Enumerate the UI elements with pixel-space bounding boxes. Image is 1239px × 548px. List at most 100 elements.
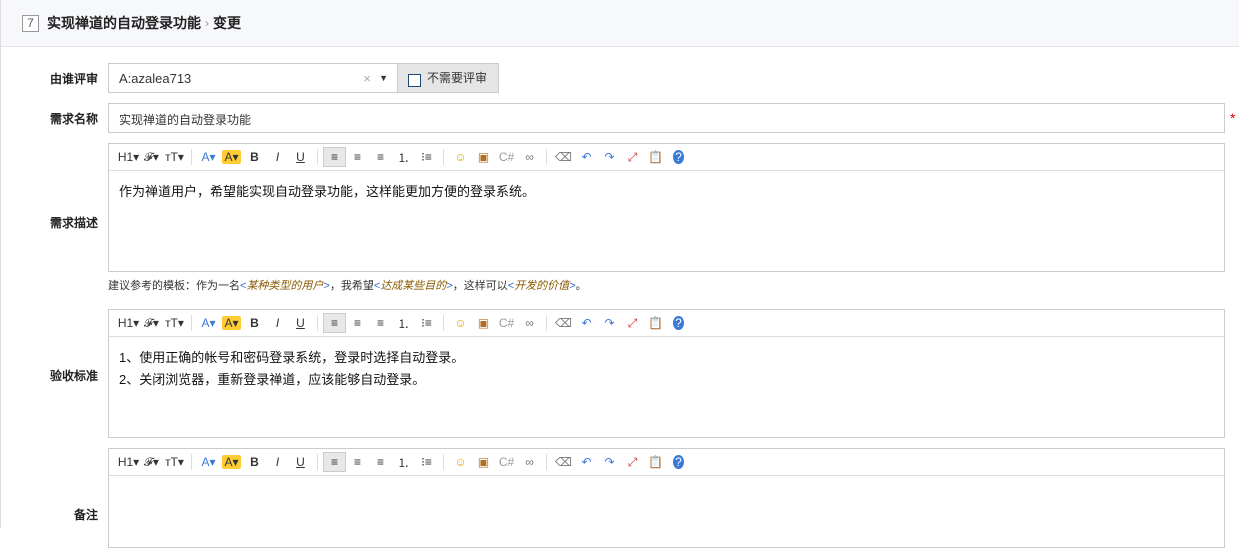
bold-button[interactable]: B xyxy=(243,313,266,333)
eraser-button[interactable]: ⌫ xyxy=(552,452,575,472)
bold-button[interactable]: B xyxy=(243,147,266,167)
toolbar-divider xyxy=(443,149,444,165)
emoticon-button[interactable]: ☺ xyxy=(449,452,472,472)
italic-icon: I xyxy=(275,455,280,469)
font-family-icon: 𝓕▾ xyxy=(144,454,159,469)
font-color-button[interactable]: A▾ xyxy=(197,313,220,333)
help-button[interactable]: ? xyxy=(667,313,690,333)
align-center-button[interactable]: ≡ xyxy=(346,147,369,167)
font-color-button[interactable]: A▾ xyxy=(197,452,220,472)
undo-button[interactable]: ↶ xyxy=(575,452,598,472)
emoticon-button[interactable]: ☺ xyxy=(449,313,472,333)
code-button[interactable]: C# xyxy=(495,452,518,472)
image-button[interactable]: ▣ xyxy=(472,452,495,472)
align-center-button[interactable]: ≡ xyxy=(346,452,369,472)
redo-icon: ↷ xyxy=(604,455,615,469)
acceptance-editor[interactable]: H1▾ 𝓕▾ тT▾ A▾ A▾ B I U ≡ ≡ ≡ ⒈ ⁝≡ ☺ ▣ C# ∞ ⌫ ↶ ↷ ⤢ 📋? 1、使用正确的… xyxy=(108,309,1225,438)
acceptance-content[interactable]: 1、使用正确的帐号和密码登录系统，登录时选择自动登录。 2、关闭浏览器，重新登录禅… xyxy=(109,337,1224,401)
page-title[interactable]: 实现禅道的自动登录功能 xyxy=(47,13,201,33)
bold-button[interactable]: B xyxy=(243,452,266,472)
description-content[interactable]: 作为禅道用户，希望能实现自动登录功能，这样能更加方便的登录系统。 xyxy=(109,171,1224,213)
fullscreen-button[interactable]: ⤢ xyxy=(621,313,644,333)
bold-icon: B xyxy=(250,150,259,164)
redo-button[interactable]: ↷ xyxy=(598,452,621,472)
heading-button[interactable]: H1▾ xyxy=(117,147,140,167)
align-center-button[interactable]: ≡ xyxy=(346,313,369,333)
paste-button[interactable]: 📋 xyxy=(644,452,667,472)
undo-icon: ↶ xyxy=(581,455,592,469)
help-button[interactable]: ? xyxy=(667,147,690,167)
highlight-button[interactable]: A▾ xyxy=(220,313,243,333)
highlight-button[interactable]: A▾ xyxy=(220,452,243,472)
link-button[interactable]: ∞ xyxy=(518,147,541,167)
template-hint: 建议参考的模板：作为一名<某种类型的用户>，我希望<达成某些目的>，这样可以<开… xyxy=(108,277,587,293)
italic-button[interactable]: I xyxy=(266,147,289,167)
paste-button[interactable]: 📋 xyxy=(644,313,667,333)
underline-icon: U xyxy=(296,455,305,469)
code-button[interactable]: C# xyxy=(495,147,518,167)
eraser-button[interactable]: ⌫ xyxy=(552,147,575,167)
font-color-button[interactable]: A▾ xyxy=(197,147,220,167)
italic-button[interactable]: I xyxy=(266,452,289,472)
note-content[interactable] xyxy=(109,476,1224,496)
align-left-button[interactable]: ≡ xyxy=(323,452,346,472)
description-editor[interactable]: H1▾ 𝓕▾ тT▾ A▾ A▾ B I U ≡ ≡ ≡ ⒈ ⁝≡ ☺ ▣ C# ∞ ⌫ ↶ ↷ ⤢ 📋? 作为禅道用户，… xyxy=(108,143,1225,272)
redo-button[interactable]: ↷ xyxy=(598,313,621,333)
font-family-button[interactable]: 𝓕▾ xyxy=(140,452,163,472)
eraser-button[interactable]: ⌫ xyxy=(552,313,575,333)
align-right-button[interactable]: ≡ xyxy=(369,313,392,333)
unordered-list-button[interactable]: ⁝≡ xyxy=(415,452,438,472)
image-icon: ▣ xyxy=(477,316,490,330)
unordered-list-button[interactable]: ⁝≡ xyxy=(415,313,438,333)
ordered-list-button[interactable]: ⒈ xyxy=(392,147,415,167)
italic-icon: I xyxy=(275,316,280,330)
undo-button[interactable]: ↶ xyxy=(575,313,598,333)
emoticon-button[interactable]: ☺ xyxy=(449,147,472,167)
ordered-list-button[interactable]: ⒈ xyxy=(392,452,415,472)
link-button[interactable]: ∞ xyxy=(518,313,541,333)
link-button[interactable]: ∞ xyxy=(518,452,541,472)
font-size-button[interactable]: тT▾ xyxy=(163,452,186,472)
help-button[interactable]: ? xyxy=(667,452,690,472)
note-editor[interactable]: H1▾ 𝓕▾ тT▾ A▾ A▾ B I U ≡ ≡ ≡ ⒈ ⁝≡ ☺ ▣ C# ∞ ⌫ ↶ ↷ ⤢ 📋? xyxy=(108,448,1225,548)
align-right-button[interactable]: ≡ xyxy=(369,147,392,167)
font-family-button[interactable]: 𝓕▾ xyxy=(140,313,163,333)
underline-button[interactable]: U xyxy=(289,147,312,167)
align-left-button[interactable]: ≡ xyxy=(323,313,346,333)
undo-button[interactable]: ↶ xyxy=(575,147,598,167)
font-family-button[interactable]: 𝓕▾ xyxy=(140,147,163,167)
heading-button[interactable]: H1▾ xyxy=(117,313,140,333)
emoticon-icon: ☺ xyxy=(454,455,467,469)
fullscreen-button[interactable]: ⤢ xyxy=(621,452,644,472)
underline-button[interactable]: U xyxy=(289,313,312,333)
ordered-list-button[interactable]: ⒈ xyxy=(392,313,415,333)
font-size-button[interactable]: тT▾ xyxy=(163,147,186,167)
paste-button[interactable]: 📋 xyxy=(644,147,667,167)
image-button[interactable]: ▣ xyxy=(472,313,495,333)
no-review-toggle[interactable]: 不需要评审 xyxy=(397,63,499,93)
underline-button[interactable]: U xyxy=(289,452,312,472)
chevron-down-icon[interactable]: ▼ xyxy=(379,73,388,83)
highlight-button[interactable]: A▾ xyxy=(220,147,243,167)
hint-placeholder: 某种类型的用户 xyxy=(246,280,324,292)
breadcrumb-separator: › xyxy=(205,16,209,30)
italic-button[interactable]: I xyxy=(266,313,289,333)
align-left-button[interactable]: ≡ xyxy=(323,147,346,167)
name-input[interactable]: 实现禅道的自动登录功能 xyxy=(108,103,1225,133)
heading-button[interactable]: H1▾ xyxy=(117,452,140,472)
align-right-button[interactable]: ≡ xyxy=(369,452,392,472)
no-review-checkbox[interactable] xyxy=(408,74,421,87)
fullscreen-button[interactable]: ⤢ xyxy=(621,147,644,167)
ordered-list-icon: ⒈ xyxy=(397,150,410,165)
reviewer-select[interactable]: A:azalea713 × ▼ xyxy=(108,63,398,93)
font-color-icon: A▾ xyxy=(201,150,216,164)
reviewer-value: A:azalea713 xyxy=(119,70,192,86)
ordered-list-icon: ⒈ xyxy=(397,316,410,331)
align-left-icon: ≡ xyxy=(330,455,338,469)
image-button[interactable]: ▣ xyxy=(472,147,495,167)
code-button[interactable]: C# xyxy=(495,313,518,333)
unordered-list-button[interactable]: ⁝≡ xyxy=(415,147,438,167)
clear-icon[interactable]: × xyxy=(363,71,371,86)
redo-button[interactable]: ↷ xyxy=(598,147,621,167)
font-size-button[interactable]: тT▾ xyxy=(163,313,186,333)
